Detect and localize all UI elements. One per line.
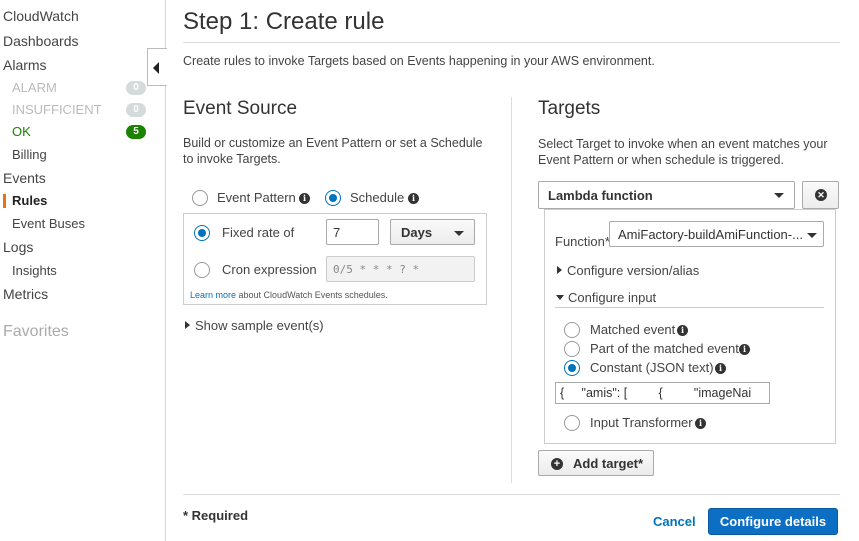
matched-event-label[interactable]: Matched event [590,322,675,337]
fixed-rate-radio[interactable] [194,225,210,241]
chevron-down-icon [774,193,784,198]
matched-event-radio[interactable] [564,322,580,338]
show-sample-events-toggle[interactable]: Show sample event(s) [185,318,324,333]
learn-more-link[interactable]: Learn more [190,290,236,300]
event-pattern-radio[interactable] [192,190,208,206]
sidebar-item-insights[interactable]: Insights [12,263,57,278]
chevron-down-icon [807,233,817,238]
sidebar-favorites[interactable]: Favorites [3,323,69,341]
caret-right-icon [185,321,190,329]
configure-version-label: Configure version/alias [567,263,700,278]
function-select[interactable]: AmiFactory-buildAmiFunction-... [609,221,824,247]
add-target-button[interactable]: + Add target* [538,450,654,476]
fixed-rate-label[interactable]: Fixed rate of [222,225,294,240]
main-content: Step 1: Create rule Create rules to invo… [183,0,840,541]
matched-event-info-icon[interactable]: i [677,325,688,336]
configure-version-toggle[interactable]: Configure version/alias [557,263,699,278]
sidebar-item-event-buses[interactable]: Event Buses [12,216,85,231]
plus-icon: + [551,458,563,470]
input-transformer-radio[interactable] [564,415,580,431]
ok-count-badge: 5 [126,125,146,139]
configure-input-toggle[interactable]: Configure input [556,290,656,305]
add-target-label: Add target* [573,456,644,471]
alarm-count-badge: 0 [126,81,146,95]
page-intro: Create rules to invoke Targets based on … [183,54,655,68]
sidebar-item-alarms[interactable]: Alarms [3,57,47,73]
constant-json-info-icon[interactable]: i [715,363,726,374]
sidebar-item-billing[interactable]: Billing [12,147,47,162]
constant-json-label[interactable]: Constant (JSON text) [590,360,714,375]
target-type-select[interactable]: Lambda function [538,181,795,209]
target-type-value: Lambda function [548,188,653,203]
targets-desc-line2: Event Pattern or when schedule is trigge… [538,153,784,167]
cron-input[interactable]: 0/5 * * * ? * [326,256,475,282]
learn-more-suffix: about CloudWatch Events schedules. [236,290,388,300]
sidebar-item-ok[interactable]: OK [12,124,31,139]
part-matched-label[interactable]: Part of the matched event [590,341,739,356]
sidebar-item-logs[interactable]: Logs [3,239,33,255]
schedule-info-icon[interactable]: i [408,193,419,204]
configure-input-divider [555,307,824,308]
part-matched-info-icon[interactable]: i [739,344,750,355]
cron-radio[interactable] [194,262,210,278]
targets-title: Targets [538,98,601,119]
page-title: Step 1: Create rule [183,8,385,35]
remove-icon: ✕ [815,189,827,201]
cancel-button[interactable]: Cancel [653,514,696,529]
event-source-title: Event Source [183,98,298,119]
schedule-box: Fixed rate of 7 Days Cron expression 0/5… [183,213,487,305]
targets-description: Select Target to invoke when an event ma… [538,136,828,168]
chevron-down-icon [454,231,464,236]
cron-label[interactable]: Cron expression [222,262,317,277]
caret-right-icon [557,266,562,274]
title-divider [183,42,840,43]
sidebar: CloudWatch Dashboards Alarms ALARM 0 INS… [0,0,166,541]
input-transformer-info-icon[interactable]: i [695,418,706,429]
sidebar-item-insufficient[interactable]: INSUFFICIENT [12,102,102,117]
rate-unit-select[interactable]: Days [390,219,475,245]
sidebar-item-cloudwatch[interactable]: CloudWatch [3,8,79,24]
event-source-description: Build or customize an Event Pattern or s… [183,135,482,167]
sidebar-item-rules[interactable]: Rules [12,193,47,208]
configure-input-label: Configure input [568,290,657,305]
learn-more-text: Learn more about CloudWatch Events sched… [190,290,388,300]
schedule-radio[interactable] [325,190,341,206]
input-transformer-label[interactable]: Input Transformer [590,415,693,430]
targets-desc-line1: Select Target to invoke when an event ma… [538,137,828,151]
section-divider [511,97,512,483]
event-source-desc-line2: to invoke Targets. [183,152,281,166]
required-note: * Required [183,508,249,523]
remove-target-button[interactable]: ✕ [802,181,839,209]
event-source-desc-line1: Build or customize an Event Pattern or s… [183,136,483,150]
sidebar-item-events[interactable]: Events [3,170,46,186]
function-label: Function* [555,234,610,249]
insufficient-count-badge: 0 [126,103,146,117]
constant-json-radio[interactable] [564,360,580,376]
json-text-input[interactable]: { "amis": [ { "imageNai [555,382,770,404]
active-indicator [3,194,6,208]
function-value: AmiFactory-buildAmiFunction-... [618,227,803,242]
event-pattern-label[interactable]: Event Pattern [217,190,296,205]
footer-divider [183,494,840,495]
caret-down-icon [556,295,564,300]
configure-details-button[interactable]: Configure details [708,508,838,535]
schedule-label[interactable]: Schedule [350,190,404,205]
fixed-rate-input[interactable]: 7 [326,219,379,245]
part-matched-radio[interactable] [564,341,580,357]
show-sample-events-label: Show sample event(s) [195,318,324,333]
rate-unit-value: Days [401,225,433,240]
sidebar-item-metrics[interactable]: Metrics [3,286,48,302]
event-pattern-info-icon[interactable]: i [299,193,310,204]
sidebar-item-dashboards[interactable]: Dashboards [3,33,79,49]
sidebar-item-alarm[interactable]: ALARM [12,80,57,95]
collapse-sidebar-button[interactable] [147,48,167,86]
